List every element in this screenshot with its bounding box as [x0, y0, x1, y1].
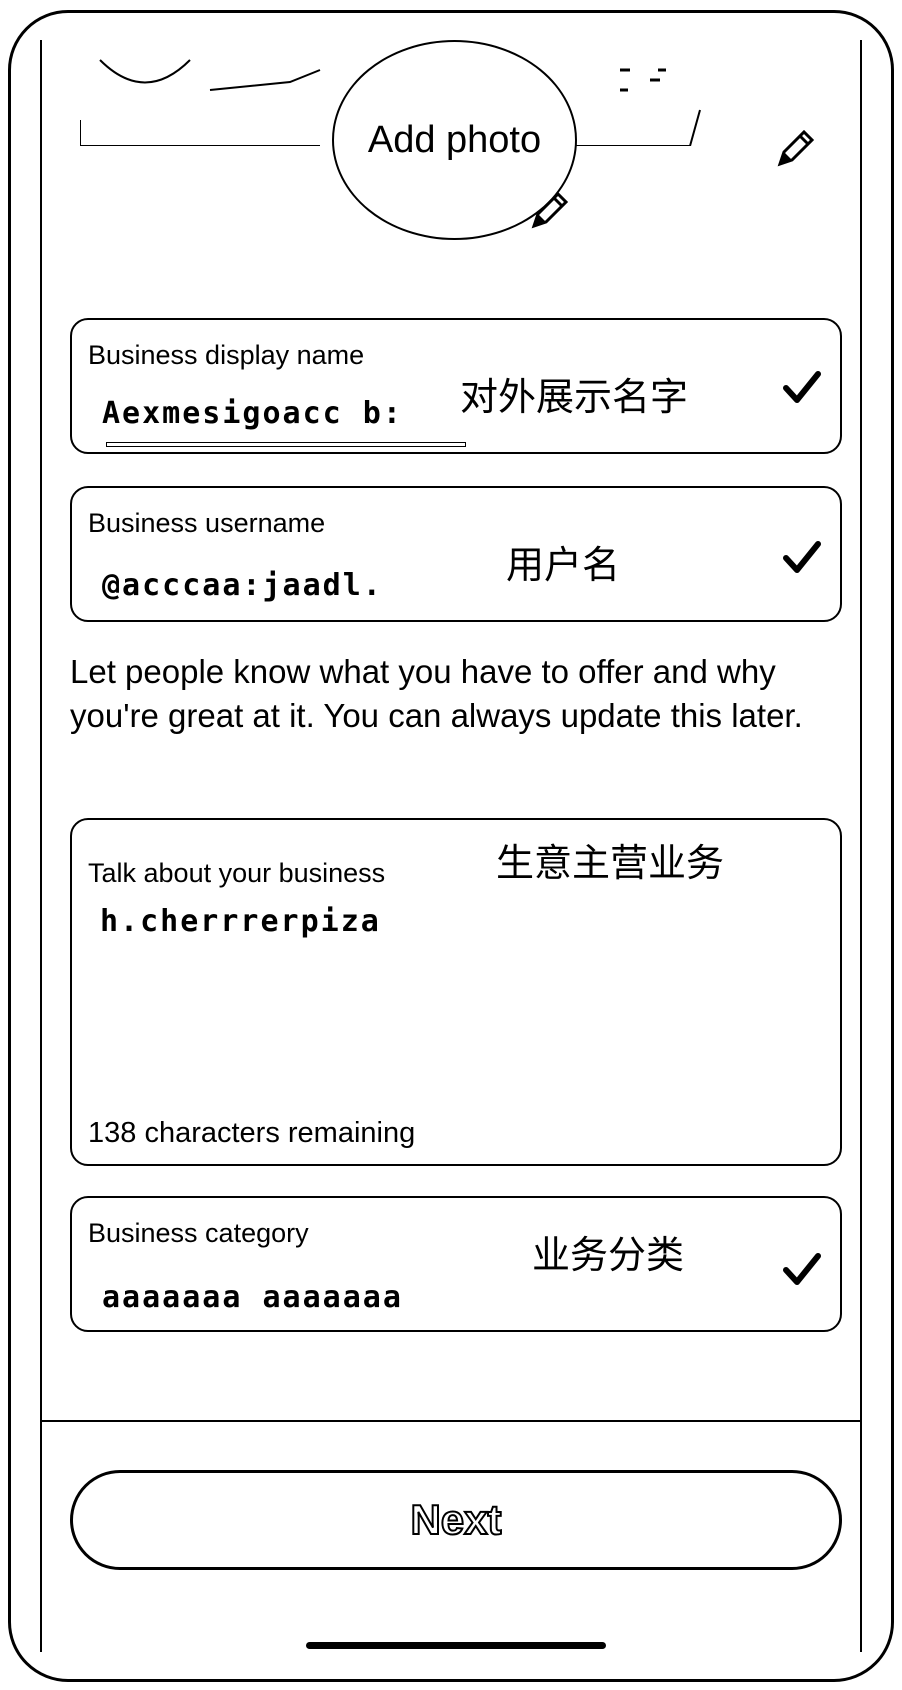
checkmark-icon	[783, 371, 821, 403]
add-photo-label: Add photo	[367, 118, 542, 161]
category-annotation: 业务分类	[532, 1233, 685, 1277]
display-name-field[interactable]: Business display name Aexmesigoacc b: 对外…	[70, 318, 842, 454]
input-underline	[106, 442, 466, 447]
character-counter: 138 characters remaining	[88, 1117, 416, 1149]
username-input[interactable]: @acccaa:jaadl.	[102, 568, 442, 603]
next-button[interactable]: Next	[70, 1470, 842, 1570]
help-text: Let people know what you have to offer a…	[70, 653, 803, 734]
about-label: Talk about your business	[88, 858, 386, 888]
username-label: Business username	[88, 508, 326, 538]
edit-cover-icon[interactable]	[774, 126, 818, 170]
username-annotation: 用户名	[506, 543, 621, 587]
checkmark-icon	[783, 541, 821, 573]
display-name-input[interactable]: Aexmesigoacc b:	[102, 396, 432, 431]
category-select[interactable]: aaaaaaa aaaaaaa	[102, 1280, 432, 1315]
display-name-label: Business display name	[88, 340, 365, 370]
display-name-annotation: 对外展示名字	[460, 375, 689, 419]
about-field[interactable]: Talk about your business h.cherrrerpiza …	[70, 818, 842, 1166]
about-input[interactable]: h.cherrrerpiza	[100, 904, 420, 939]
category-label: Business category	[88, 1218, 309, 1248]
category-field[interactable]: Business category aaaaaaa aaaaaaa 业务分类	[70, 1196, 842, 1332]
home-indicator	[306, 1642, 606, 1649]
username-field[interactable]: Business username @acccaa:jaadl. 用户名	[70, 486, 842, 622]
footer-divider	[40, 1420, 862, 1422]
about-annotation: 生意主营业务	[496, 841, 725, 885]
edit-avatar-icon[interactable]	[528, 188, 572, 232]
checkmark-icon	[783, 1253, 821, 1285]
